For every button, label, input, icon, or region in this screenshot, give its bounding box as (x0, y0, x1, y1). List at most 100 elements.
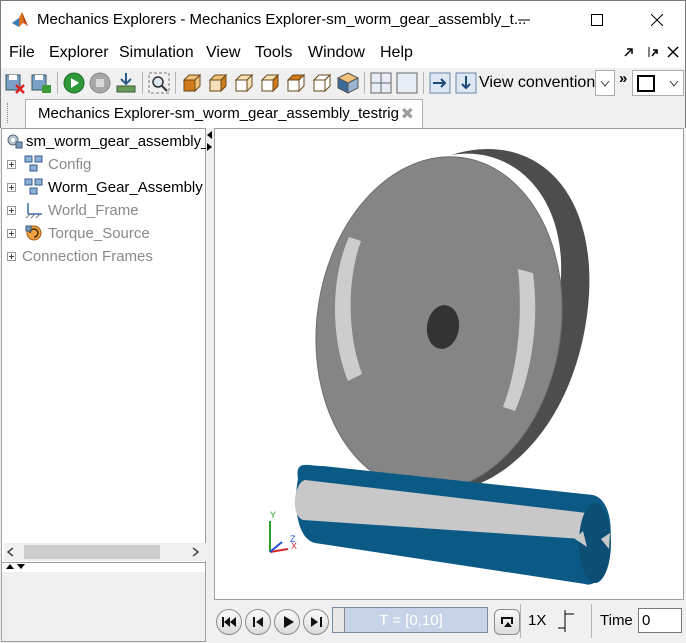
zoom-fit-icon[interactable] (147, 71, 171, 95)
toolbar-separator (57, 72, 58, 94)
minimize-icon (518, 19, 530, 21)
skip-back-icon (222, 617, 236, 627)
loop-icon (501, 617, 513, 627)
close-window-button[interactable] (634, 1, 680, 39)
run-icon[interactable] (62, 71, 86, 95)
scroll-left-icon[interactable] (6, 547, 14, 557)
view-back-icon[interactable] (206, 71, 230, 95)
view-top-icon[interactable] (284, 71, 308, 95)
menu-explorer[interactable]: Explorer (49, 44, 109, 62)
view-select-icon (637, 75, 655, 92)
view-iso-icon[interactable] (336, 71, 360, 95)
single-view-icon[interactable] (395, 71, 419, 95)
tree-item-config[interactable]: Config (4, 154, 204, 176)
matlab-logo-icon (12, 12, 28, 27)
import-icon[interactable] (114, 71, 138, 95)
time-label: Time (600, 612, 633, 629)
tree-item-label: Connection Frames (22, 248, 153, 265)
view-convention-label: View convention: (479, 74, 600, 91)
split-arrows-icon[interactable] (5, 563, 27, 571)
expand-icon[interactable] (7, 206, 16, 215)
split-view-icon[interactable] (369, 71, 393, 95)
menu-bar: File Explorer Simulation View Tools Wind… (0, 38, 686, 68)
tree-item-connection-frames[interactable]: Connection Frames (4, 246, 204, 268)
toolbar-separator (142, 72, 143, 94)
arrow-down-icon[interactable] (454, 71, 478, 95)
time-input[interactable] (638, 608, 682, 633)
tab-mechanics-explorer[interactable]: Mechanics Explorer-sm_worm_gear_assembly… (25, 99, 423, 128)
3d-viewport[interactable]: Y X Z (214, 128, 684, 600)
toolbar-separator (520, 604, 521, 638)
menu-window[interactable]: Window (308, 44, 365, 62)
rewind-button[interactable] (216, 609, 242, 635)
toolbar-separator (175, 72, 176, 94)
playback-speed-label: 1X (528, 612, 547, 629)
world-frame-icon (25, 203, 42, 219)
loop-button[interactable] (494, 609, 520, 635)
scroll-right-icon[interactable] (192, 547, 200, 557)
expand-icon[interactable] (7, 252, 16, 261)
subsystem-icon (24, 178, 43, 195)
tab-close-icon[interactable]: ✖ (401, 104, 414, 124)
view-left-icon[interactable] (232, 71, 256, 95)
tree-item-label: World_Frame (48, 202, 139, 219)
toolbar-separator (423, 72, 424, 94)
properties-panel (2, 572, 205, 641)
save-model-icon[interactable] (29, 71, 53, 95)
worm-gear-model-render (269, 149, 611, 585)
playback-controls: T = [0,10] 1X Time (214, 600, 686, 643)
undock-icon[interactable] (623, 46, 635, 58)
tree-item-worm-gear-assembly[interactable]: Worm_Gear_Assembly (4, 177, 204, 199)
maximize-button[interactable] (574, 1, 620, 39)
menu-tools[interactable]: Tools (255, 44, 292, 62)
toolbar-separator (364, 72, 365, 94)
window-title: Mechanics Explorers - Mechanics Explorer… (37, 11, 527, 28)
step-forward-icon (311, 617, 322, 627)
toolbar: View convention: » (0, 68, 686, 98)
play-icon (284, 616, 294, 628)
subsystem-icon (24, 155, 43, 172)
view-select-dropdown[interactable] (632, 70, 684, 96)
tab-label: Mechanics Explorer-sm_worm_gear_assembly… (38, 105, 399, 122)
speed-slider[interactable] (556, 606, 578, 636)
expand-icon[interactable] (7, 183, 16, 192)
triad-y-label: Y (270, 510, 277, 520)
step-back-icon (253, 617, 263, 627)
view-front-icon[interactable] (180, 71, 204, 95)
step-back-button[interactable] (245, 609, 271, 635)
arrow-right-icon[interactable] (428, 71, 452, 95)
toolbar-overflow[interactable]: » (619, 70, 627, 87)
tree-item-torque-source[interactable]: Torque_Source (4, 223, 204, 245)
view-bottom-icon[interactable] (310, 71, 334, 95)
maximize-icon (591, 14, 603, 26)
tree-item-world-frame[interactable]: World_Frame (4, 200, 204, 222)
tree-item-label: Worm_Gear_Assembly (48, 179, 203, 196)
torque-source-icon (25, 225, 42, 241)
expand-icon[interactable] (7, 160, 16, 169)
step-forward-button[interactable] (303, 609, 329, 635)
view-convention-dropdown[interactable] (595, 70, 615, 96)
close-model-icon[interactable] (3, 71, 27, 95)
menu-help[interactable]: Help (380, 44, 413, 62)
pane-splitter[interactable] (206, 128, 214, 642)
model-gear-icon (7, 134, 23, 149)
menu-view[interactable]: View (206, 44, 240, 62)
time-slider[interactable]: T = [0,10] (332, 607, 488, 633)
close-panel-icon[interactable] (667, 46, 679, 58)
time-range-label: T = [0,10] (379, 612, 443, 629)
minimize-button[interactable] (501, 1, 547, 39)
tree-root-label: sm_worm_gear_assembly_t (26, 133, 214, 150)
menu-simulation[interactable]: Simulation (119, 44, 194, 62)
scrollbar-thumb[interactable] (24, 545, 160, 559)
view-right-icon[interactable] (258, 71, 282, 95)
play-button[interactable] (274, 609, 300, 635)
collapse-arrows-icon[interactable] (206, 130, 214, 156)
tree-horizontal-scrollbar[interactable] (4, 543, 207, 561)
tab-grip (7, 103, 9, 123)
expand-icon[interactable] (7, 229, 16, 238)
document-tab-bar: Mechanics Explorer-sm_worm_gear_assembly… (0, 98, 686, 128)
stop-icon[interactable] (88, 71, 112, 95)
dock-icon[interactable] (647, 46, 659, 58)
menu-file[interactable]: File (9, 44, 35, 62)
tree-item-label: Torque_Source (48, 225, 150, 242)
